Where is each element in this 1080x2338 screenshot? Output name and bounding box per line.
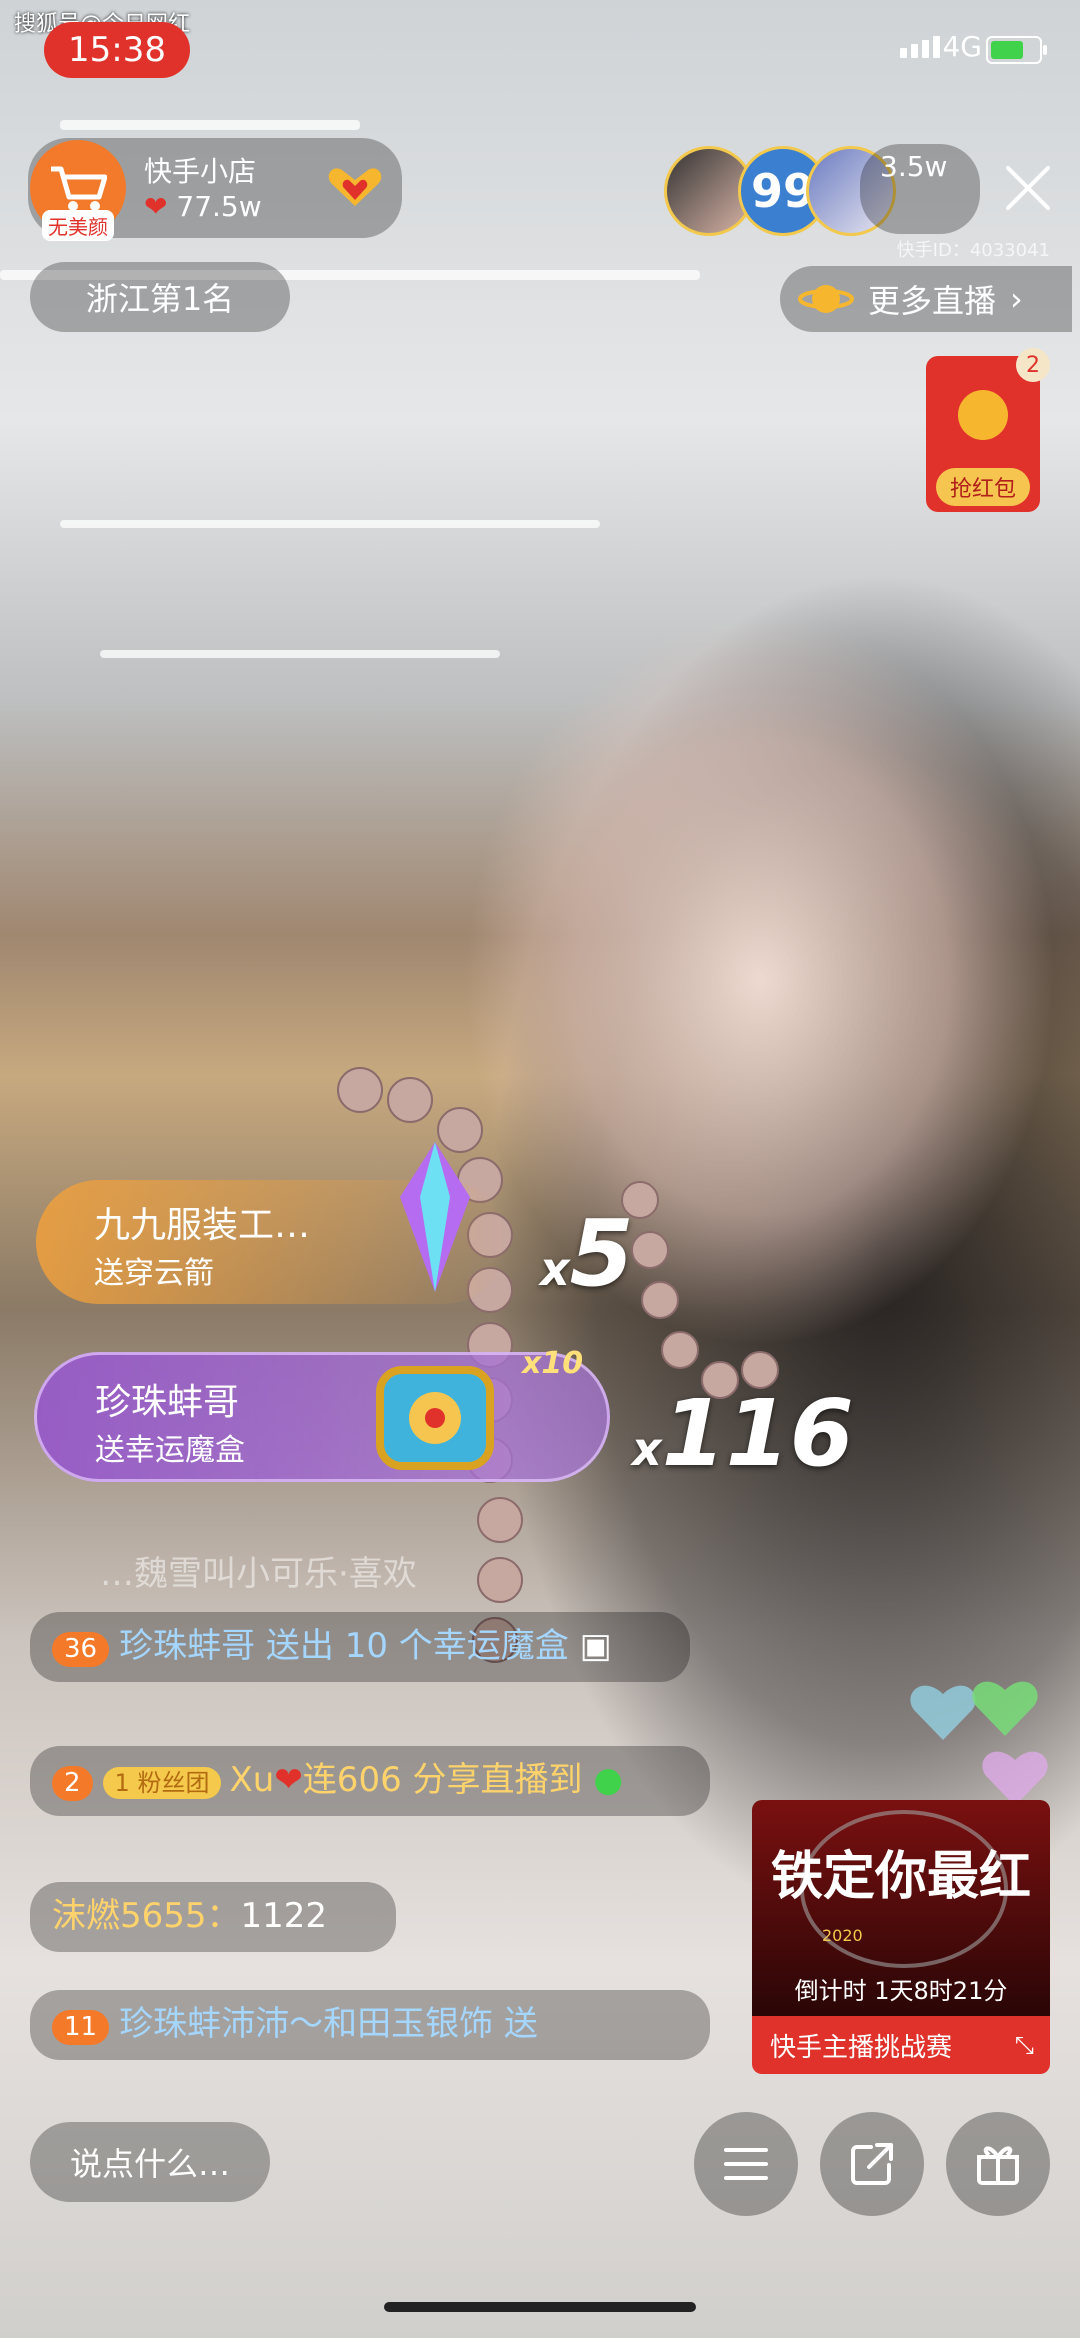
heart-icon xyxy=(972,1681,1038,1736)
fan-label: 粉丝团 xyxy=(137,1769,210,1797)
comment-text: 1122 xyxy=(240,1896,328,1936)
fan-club-badge: 1 粉丝团 xyxy=(102,1767,222,1800)
challenge-card[interactable]: 铁定你最红 2020 倒计时 1天8时21分 xyxy=(752,1800,1050,2016)
menu-icon xyxy=(724,2148,768,2180)
comment-text: 送 xyxy=(503,2004,538,2044)
comment-user: 珍珠蚌沛沛～和田玉银饰 xyxy=(119,2004,494,2044)
fan-level: 1 xyxy=(114,1769,130,1797)
planet-icon xyxy=(798,285,854,313)
challenge-countdown: 倒计时 1天8时21分 xyxy=(794,1977,1008,2005)
combo-number: 116 xyxy=(661,1380,854,1487)
combo-x: x xyxy=(540,1242,570,1296)
comment-item[interactable]: 沫燃5655：1122 xyxy=(30,1882,396,1952)
gift-combo: x5 xyxy=(540,1200,634,1307)
user-level-badge: 2 xyxy=(52,1766,93,1802)
red-packet-coin-icon xyxy=(958,390,1008,440)
anchor-info[interactable]: 无美颜 快手小店 ❤ 77.5w xyxy=(28,138,402,241)
ceiling-light xyxy=(100,650,500,658)
challenge-banner[interactable]: 快手主播挑战赛 ⤡ xyxy=(752,2016,1050,2074)
lucky-box-icon: ▣ xyxy=(568,1626,612,1666)
comment-item[interactable]: 21 粉丝团 Xu❤连606 分享直播到 ● xyxy=(30,1746,710,1816)
home-indicator[interactable] xyxy=(384,2302,696,2312)
battery-icon xyxy=(986,36,1047,64)
combo-number: 5 xyxy=(569,1200,634,1307)
comment-item[interactable]: 11 珍珠蚌沛沛～和田玉银饰 送 xyxy=(30,1990,710,2060)
challenge-title: 铁定你最红 xyxy=(770,1847,1031,1907)
status-time: 15:38 xyxy=(44,22,190,78)
viewer-count: 3.5w xyxy=(880,150,948,183)
gift-action: 送穿云箭 xyxy=(94,1256,214,1291)
heart-icon xyxy=(910,1685,976,1740)
share-icon xyxy=(851,2143,893,2185)
gift-button[interactable] xyxy=(946,2112,1050,2216)
red-packet-button[interactable]: 抢红包 2 xyxy=(926,348,1050,512)
more-live-button[interactable]: 更多直播 › xyxy=(780,266,1072,332)
comment-user: 珍珠蚌哥 xyxy=(119,1626,256,1666)
user-level-badge: 36 xyxy=(52,1632,110,1668)
lucky-box-gift-icon xyxy=(376,1366,494,1470)
comment-text: 连606 分享直播到 xyxy=(302,1760,583,1800)
wechat-icon: ● xyxy=(582,1760,623,1800)
signal-icon xyxy=(900,36,940,58)
share-button[interactable] xyxy=(820,2112,924,2216)
close-icon[interactable] xyxy=(1000,160,1056,216)
menu-button[interactable] xyxy=(694,2112,798,2216)
avatar-badge: 无美颜 xyxy=(42,210,114,241)
kuaishou-id: 快手ID：4033041 xyxy=(896,240,1050,261)
more-live-label: 更多直播 xyxy=(868,282,997,320)
heart-icon: ❤ xyxy=(144,190,168,223)
heart-icon: ❤ xyxy=(274,1760,303,1800)
winged-heart-icon[interactable] xyxy=(320,162,390,212)
challenge-year: 2020 xyxy=(822,1926,863,1945)
ceiling-light xyxy=(60,520,600,528)
network-type: 4G xyxy=(942,30,982,63)
ceiling-light xyxy=(60,120,360,130)
likes-value: 77.5w xyxy=(176,190,262,223)
combo-x: x xyxy=(632,1422,662,1476)
gift-sender: 珍珠蚌哥 xyxy=(95,1382,240,1423)
likes-count: ❤ 77.5w xyxy=(144,190,262,223)
collapse-icon[interactable]: ⤡ xyxy=(1015,2031,1034,2059)
region-rank[interactable]: 浙江第1名 xyxy=(30,262,290,332)
heart-icon xyxy=(982,1751,1048,1806)
chevron-right-icon: › xyxy=(1010,280,1023,318)
comment-item[interactable]: 36 珍珠蚌哥 送出 10 个幸运魔盒 ▣ xyxy=(30,1612,690,1682)
challenge-banner-label: 快手主播挑战赛 xyxy=(770,2032,953,2063)
red-packet-count: 2 xyxy=(1016,348,1050,382)
gift-combo: x116 xyxy=(632,1380,854,1487)
shopping-cart-icon xyxy=(51,166,107,211)
comment-user: 沫燃5655： xyxy=(52,1896,241,1936)
gift-sender: 九九服装工… xyxy=(94,1205,311,1246)
gift-multiplier: x10 xyxy=(522,1346,584,1381)
faded-comment: …魏雪叫小可乐·喜欢 xyxy=(100,1554,417,1594)
arrow-gift-icon xyxy=(400,1142,470,1292)
gift-action: 送幸运魔盒 xyxy=(95,1433,245,1468)
comment-user: Xu xyxy=(229,1760,275,1800)
red-packet-label: 抢红包 xyxy=(936,468,1030,506)
gift-icon xyxy=(977,2146,1019,2185)
comment-text: 送出 10 个幸运魔盒 xyxy=(265,1626,569,1666)
battery-fill xyxy=(991,41,1024,59)
user-level-badge: 11 xyxy=(52,2010,110,2046)
comment-input[interactable]: 说点什么… xyxy=(30,2122,270,2202)
shop-name: 快手小店 xyxy=(144,155,257,188)
